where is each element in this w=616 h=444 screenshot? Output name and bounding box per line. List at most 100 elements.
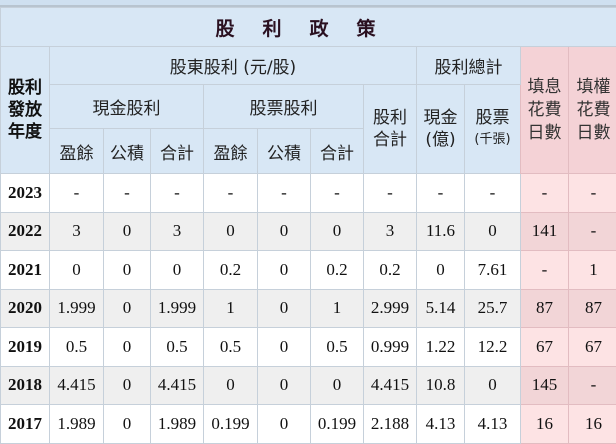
stock-total-label: 股票 [475, 108, 510, 128]
header-shareholder-dividend: 股東股利 (元/股) [49, 46, 417, 85]
table-row: 2017 1.989 0 1.989 0.199 0 0.199 2.188 4.13 4.13 1… [0, 404, 616, 444]
value-cell: - [464, 173, 521, 213]
value-cell: 0.2 [310, 250, 364, 290]
table-row: 2023- - - - - - - - - - - [0, 173, 616, 213]
header-stock-earnings: 盈餘 [203, 128, 258, 174]
value-cell: 3 [49, 211, 104, 251]
value-cell: 1.989 [49, 404, 104, 444]
header-cash-reserve: 公積 [103, 128, 151, 174]
value-cell: 0.5 [203, 327, 258, 367]
header-cash-total: 現金 (億) [416, 84, 465, 174]
value-cell: 1 [567, 250, 616, 290]
year-cell: 2017 [0, 404, 50, 444]
value-cell: 0 [103, 404, 151, 444]
value-cell: 0.5 [150, 327, 204, 367]
value-cell: 0 [103, 250, 151, 290]
value-cell: 0 [103, 288, 151, 328]
value-cell: 3 [363, 211, 417, 251]
cash-total-label: 現金 [423, 108, 458, 128]
value-cell: 145 [520, 365, 569, 405]
value-cell: - [567, 211, 616, 251]
value-cell: 0.2 [203, 250, 258, 290]
value-cell: - [150, 173, 204, 213]
value-cell: 5.14 [416, 288, 465, 328]
value-cell: 141 [520, 211, 569, 251]
value-cell: 3 [150, 211, 204, 251]
value-cell: 1.999 [49, 288, 104, 328]
value-cell: - [520, 173, 569, 213]
value-cell: 11.6 [416, 211, 465, 251]
table-title: 股利政策 [0, 7, 616, 47]
value-cell: - [49, 173, 104, 213]
year-cell: 2020 [0, 288, 50, 328]
value-cell: 67 [567, 327, 616, 367]
value-cell: 0 [257, 404, 311, 444]
value-cell: 0.5 [310, 327, 364, 367]
header-cash-earnings: 盈餘 [49, 128, 104, 174]
value-cell: 4.13 [416, 404, 465, 444]
value-cell: 0 [49, 250, 104, 290]
year-cell: 2022 [0, 211, 50, 251]
value-cell: 0.199 [203, 404, 258, 444]
value-cell: 4.415 [363, 365, 417, 405]
value-cell: 0.999 [363, 327, 417, 367]
year-cell: 2019 [0, 327, 50, 367]
value-cell: - [567, 173, 616, 213]
value-cell: 0 [203, 365, 258, 405]
value-cell: - [310, 173, 364, 213]
value-cell: 67 [520, 327, 569, 367]
header-fill-rights-days: 填權花費日數 [567, 46, 616, 174]
header-dividend-sum: 股利合計 [363, 84, 417, 174]
value-cell: 1.999 [150, 288, 204, 328]
table-row: 2022 3 0 3 0 0 0 3 11.6 0 141- [0, 211, 616, 251]
top-bar [0, 0, 616, 7]
value-cell: 10.8 [416, 365, 465, 405]
value-cell: - [363, 173, 417, 213]
cash-total-unit: (億) [425, 130, 456, 150]
value-cell: 1.22 [416, 327, 465, 367]
table-row: 2020 1.999 0 1.999 1 0 1 2.999 5.14 25.7 87 87 [0, 288, 616, 328]
value-cell: 0 [257, 288, 311, 328]
header-stock-total: 股票 (千張) [464, 84, 521, 174]
year-cell: 2018 [0, 365, 50, 405]
value-cell: 4.415 [49, 365, 104, 405]
value-cell: 16 [567, 404, 616, 444]
dividend-policy-table: 股利政策 股利發放年度 股東股利 (元/股) 股利總計 填息花費日數 填權花費日… [0, 7, 616, 444]
header-cash-subtotal: 合計 [150, 128, 204, 174]
value-cell: 0 [464, 365, 521, 405]
value-cell: - [416, 173, 465, 213]
value-cell: 4.415 [150, 365, 204, 405]
year-cell: 2021 [0, 250, 50, 290]
value-cell: 0 [103, 327, 151, 367]
value-cell: 0 [257, 327, 311, 367]
table-row: 2021 0 0 0 0.2 0 0.2 0.2 0 7.61-1 [0, 250, 616, 290]
value-cell: 12.2 [464, 327, 521, 367]
header-cash-dividend: 現金股利 [49, 84, 204, 129]
value-cell: 7.61 [464, 250, 521, 290]
value-cell: 0.5 [49, 327, 104, 367]
value-cell: 1 [203, 288, 258, 328]
year-cell: 2023 [0, 173, 50, 213]
header-dividend-total: 股利總計 [416, 46, 521, 85]
table-row: 2018 4.415 0 4.415 0 0 0 4.415 10.8 0 145- [0, 365, 616, 405]
value-cell: 0 [203, 211, 258, 251]
value-cell: 2.188 [363, 404, 417, 444]
stock-total-unit: (千張) [474, 132, 511, 147]
value-cell: - [203, 173, 258, 213]
value-cell: 0.199 [310, 404, 364, 444]
value-cell: 87 [567, 288, 616, 328]
value-cell: 2.999 [363, 288, 417, 328]
table-row: 2019 0.5 0 0.5 0.5 0 0.5 0.999 1.22 12.2 67 67 [0, 327, 616, 367]
value-cell: 4.13 [464, 404, 521, 444]
value-cell: 16 [520, 404, 569, 444]
value-cell: 1 [310, 288, 364, 328]
value-cell: 0 [416, 250, 465, 290]
value-cell: 0 [150, 250, 204, 290]
value-cell: 0 [257, 250, 311, 290]
value-cell: 0 [257, 365, 311, 405]
value-cell: 25.7 [464, 288, 521, 328]
value-cell: 0 [103, 211, 151, 251]
value-cell: 0 [310, 211, 364, 251]
value-cell: 0 [464, 211, 521, 251]
value-cell: 87 [520, 288, 569, 328]
